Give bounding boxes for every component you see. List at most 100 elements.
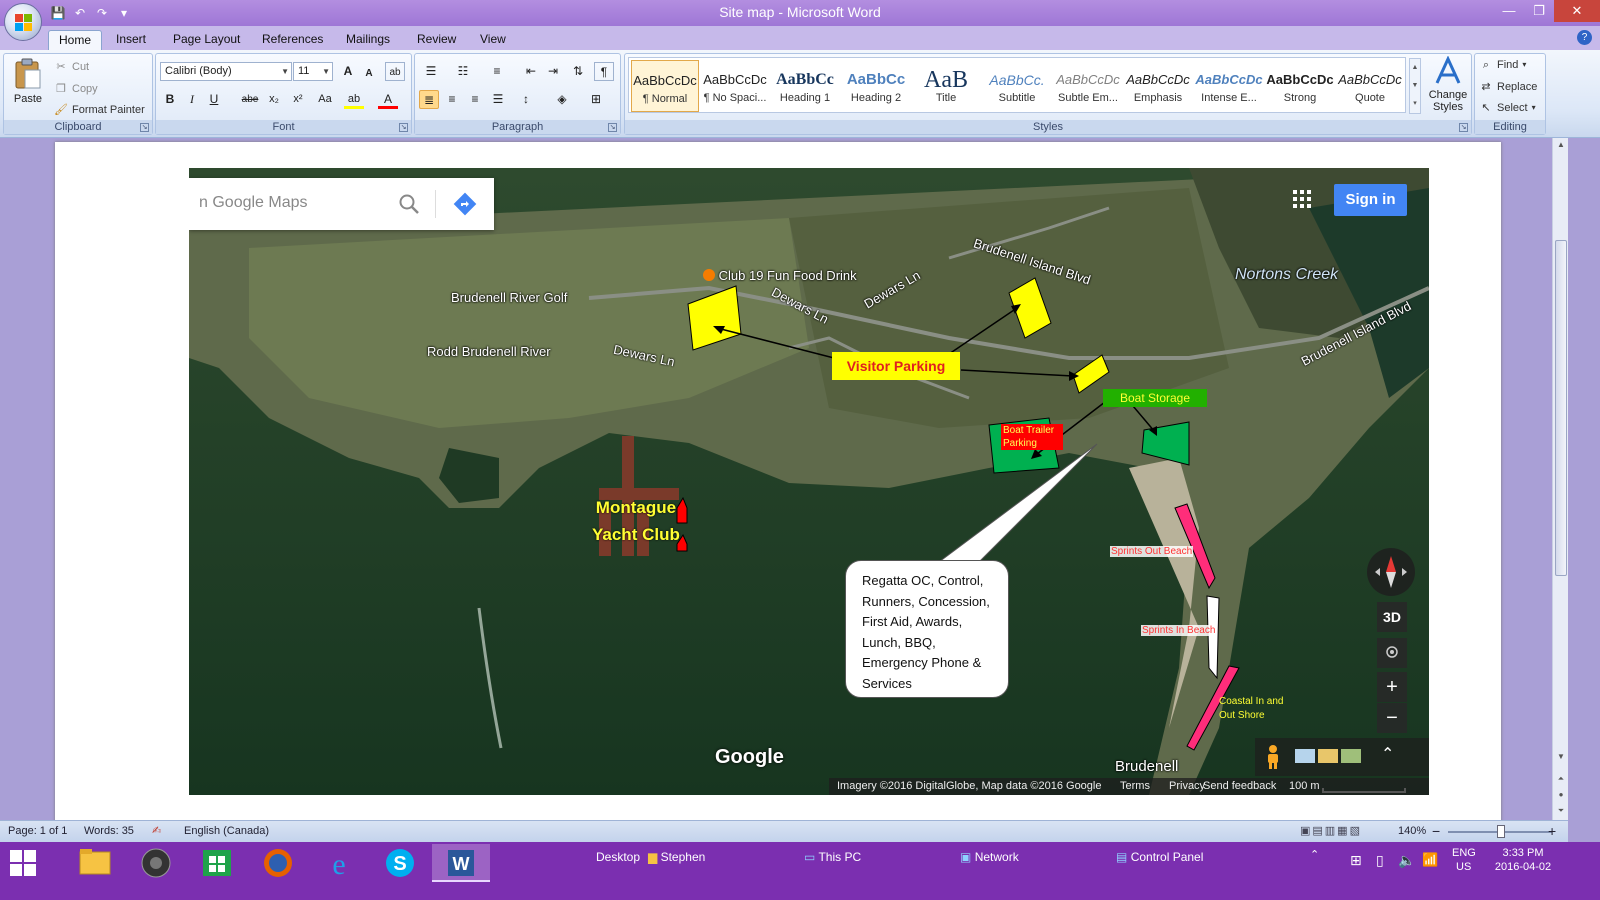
next-page-icon[interactable]: ⏷ xyxy=(1553,804,1569,818)
map-search-box[interactable]: n Google Maps xyxy=(189,178,494,230)
style-intense-emphasis[interactable]: AaBbCcDc Intense E... xyxy=(1195,60,1263,112)
tab-home[interactable]: Home xyxy=(48,30,103,50)
compass-icon[interactable] xyxy=(1367,548,1415,596)
style-strong[interactable]: AaBbCcDc Strong xyxy=(1266,60,1334,112)
this-pc-toolbar-item[interactable]: ▭ This PC xyxy=(804,850,861,864)
proofing-icon[interactable]: ✍ xyxy=(152,821,161,842)
bold-button[interactable]: B xyxy=(160,90,180,109)
scroll-down-icon[interactable]: ▼ xyxy=(1553,750,1569,764)
shrink-font-button[interactable]: A xyxy=(359,64,379,83)
layer-thumbnail-icon[interactable] xyxy=(1318,749,1338,763)
page-count[interactable]: Page: 1 of 1 xyxy=(8,821,67,842)
line-spacing-icon[interactable]: ↕ xyxy=(513,90,539,109)
send-feedback-link[interactable]: Send feedback xyxy=(1203,778,1276,795)
media-taskbar-button[interactable] xyxy=(127,844,185,882)
show-marks-button[interactable]: ¶ xyxy=(594,62,614,81)
minimize-button[interactable]: — xyxy=(1494,0,1524,22)
align-center-icon[interactable]: ≡ xyxy=(442,90,462,109)
directions-icon[interactable] xyxy=(453,192,477,216)
windows-start-icon[interactable] xyxy=(10,850,36,876)
clear-format-button[interactable]: ab xyxy=(385,62,405,81)
tab-review[interactable]: Review xyxy=(417,30,456,50)
copy-button[interactable]: ❐ Copy xyxy=(54,80,98,98)
search-icon[interactable] xyxy=(397,192,421,216)
wifi-icon[interactable]: 📶 xyxy=(1422,852,1438,868)
multilevel-list-icon[interactable]: ≡ xyxy=(485,62,509,81)
volume-icon[interactable]: 🔈 xyxy=(1398,852,1415,869)
tab-insert[interactable]: Insert xyxy=(116,30,146,50)
word-taskbar-button[interactable]: W xyxy=(432,844,490,882)
tab-view[interactable]: View xyxy=(480,30,506,50)
clock[interactable]: 3:33 PM 2016-04-02 xyxy=(1492,847,1554,873)
pegman-icon[interactable] xyxy=(1263,744,1283,770)
style-title[interactable]: AaB Title xyxy=(912,60,980,112)
clipboard-launcher-icon[interactable]: ↘ xyxy=(140,123,149,132)
file-explorer-taskbar-button[interactable] xyxy=(66,844,124,882)
windows-tray-icon[interactable]: ⊞ xyxy=(1350,852,1362,869)
underline-button[interactable]: U xyxy=(204,90,224,109)
align-right-icon[interactable]: ≡ xyxy=(465,90,485,109)
style-emphasis[interactable]: AaBbCcDc Emphasis xyxy=(1124,60,1192,112)
style-normal[interactable]: AaBbCcDc ¶ Normal xyxy=(631,60,699,112)
my-location-icon[interactable] xyxy=(1377,638,1407,668)
office-button[interactable] xyxy=(4,3,42,41)
language-status[interactable]: English (Canada) xyxy=(184,821,269,842)
help-button[interactable]: ? xyxy=(1577,30,1592,45)
firefox-taskbar-button[interactable] xyxy=(249,844,307,882)
scroll-up-icon[interactable]: ▲ xyxy=(1553,138,1569,152)
tab-references[interactable]: References xyxy=(262,30,323,50)
shading-icon[interactable]: ◈ xyxy=(549,90,575,109)
tab-mailings[interactable]: Mailings xyxy=(346,30,390,50)
borders-icon[interactable]: ⊞ xyxy=(583,90,609,109)
close-button[interactable]: ✕ xyxy=(1554,0,1600,22)
highlight-button[interactable]: ab xyxy=(344,90,364,109)
store-taskbar-button[interactable] xyxy=(188,844,246,882)
word-count[interactable]: Words: 35 xyxy=(84,821,134,842)
sort-icon[interactable]: ⇅ xyxy=(568,62,588,81)
desktop-toolbar-label[interactable]: Desktop xyxy=(596,850,640,864)
network-toolbar-item[interactable]: ▣ Network xyxy=(960,850,1019,864)
view-buttons-icon[interactable]: ▣▤▥▦▧ xyxy=(1300,821,1362,842)
change-case-button[interactable]: Aa xyxy=(312,90,338,109)
skype-taskbar-button[interactable]: S xyxy=(371,844,429,882)
cut-button[interactable]: ✂ Cut xyxy=(54,58,89,76)
layer-thumbnail-icon[interactable] xyxy=(1295,749,1315,763)
zoom-out-button[interactable]: − xyxy=(1432,821,1440,842)
zoom-out-button[interactable]: − xyxy=(1377,703,1407,733)
font-name-combo[interactable]: Calibri (Body) ▼ xyxy=(160,62,292,81)
select-button[interactable]: ↖ Select ▾ xyxy=(1479,99,1535,117)
apps-grid-icon[interactable] xyxy=(1293,190,1311,208)
style-subtle-emphasis[interactable]: AaBbCcDc Subtle Em... xyxy=(1054,60,1122,112)
italic-button[interactable]: I xyxy=(182,90,202,109)
sign-in-button[interactable]: Sign in xyxy=(1334,184,1407,216)
terms-link[interactable]: Terms xyxy=(1120,778,1150,795)
scroll-thumb[interactable] xyxy=(1555,240,1567,576)
paragraph-launcher-icon[interactable]: ↘ xyxy=(608,123,617,132)
control-panel-toolbar-item[interactable]: ▤ Control Panel xyxy=(1116,850,1203,864)
paste-button[interactable]: Paste xyxy=(10,58,46,114)
prev-page-icon[interactable]: ⏶ xyxy=(1553,772,1569,786)
decrease-indent-icon[interactable]: ⇤ xyxy=(521,62,541,81)
browse-object-icon[interactable]: ● xyxy=(1553,788,1569,802)
numbering-icon[interactable]: ☷ xyxy=(451,62,475,81)
format-painter-button[interactable]: 🖌 Format Painter xyxy=(54,101,145,119)
font-size-combo[interactable]: 11 ▼ xyxy=(293,62,333,81)
increase-indent-icon[interactable]: ⇥ xyxy=(543,62,563,81)
internet-explorer-taskbar-button[interactable]: e xyxy=(310,844,368,882)
subscript-button[interactable]: x₂ xyxy=(264,90,284,109)
3d-button[interactable]: 3D xyxy=(1377,602,1407,632)
bullets-icon[interactable]: ☰ xyxy=(419,62,443,81)
styles-launcher-icon[interactable]: ↘ xyxy=(1459,123,1468,132)
find-button[interactable]: ⌕ Find ▾ xyxy=(1479,56,1527,74)
privacy-link[interactable]: Privacy xyxy=(1169,778,1205,795)
replace-button[interactable]: ⇄ Replace xyxy=(1479,78,1537,96)
layer-thumbnail-icon[interactable] xyxy=(1341,749,1361,763)
style-no-spacing[interactable]: AaBbCcDc ¶ No Spaci... xyxy=(701,60,769,112)
style-heading-2[interactable]: AaBbCc Heading 2 xyxy=(842,60,910,112)
superscript-button[interactable]: x² xyxy=(288,90,308,109)
strikethrough-button[interactable]: abe xyxy=(240,90,260,109)
zoom-level[interactable]: 140% xyxy=(1398,821,1426,842)
expand-icon[interactable]: ⌃ xyxy=(1381,744,1394,764)
tab-page-layout[interactable]: Page Layout xyxy=(173,30,240,50)
chevron-up-icon[interactable]: ⌃ xyxy=(1310,848,1319,861)
